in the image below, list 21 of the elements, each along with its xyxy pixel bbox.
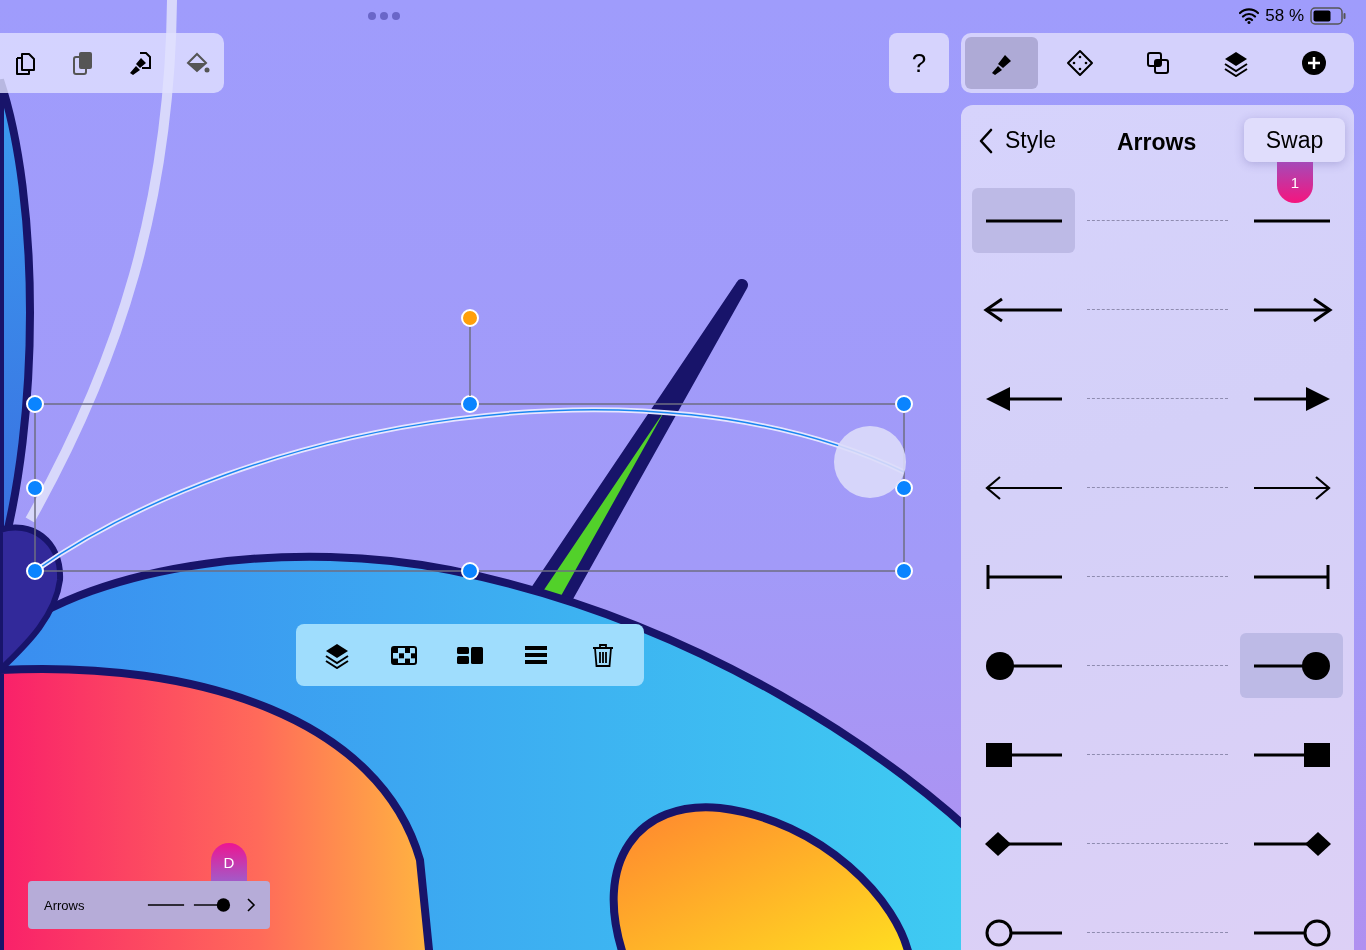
back-button[interactable]: Style — [979, 127, 1057, 154]
shortcut-badge: D — [211, 843, 247, 881]
chevron-left-icon — [979, 127, 993, 154]
shortcut-badge: 1 — [1277, 162, 1313, 203]
swap-button[interactable]: Swap — [1244, 118, 1345, 162]
help-button[interactable]: ? — [889, 33, 949, 93]
battery-percentage: 58 % — [1265, 6, 1304, 26]
chevron-right-icon — [246, 897, 256, 913]
arrows-widget[interactable]: Arrows — [28, 881, 270, 929]
multitasking-dots-icon[interactable] — [368, 12, 400, 20]
plus-circle-icon — [1299, 49, 1328, 77]
line-end-icon — [192, 897, 232, 913]
panel-title: Arrows — [1117, 129, 1197, 156]
line-start-icon — [146, 904, 186, 906]
wifi-icon — [1239, 8, 1260, 24]
battery-icon — [1310, 7, 1346, 25]
end-arrowhead-option[interactable] — [1240, 633, 1343, 698]
diamond-points-icon — [1065, 49, 1094, 77]
selected-curve[interactable] — [26, 309, 913, 580]
inspector-tab[interactable] — [965, 37, 1038, 89]
start-arrowhead-option[interactable] — [972, 188, 1075, 253]
